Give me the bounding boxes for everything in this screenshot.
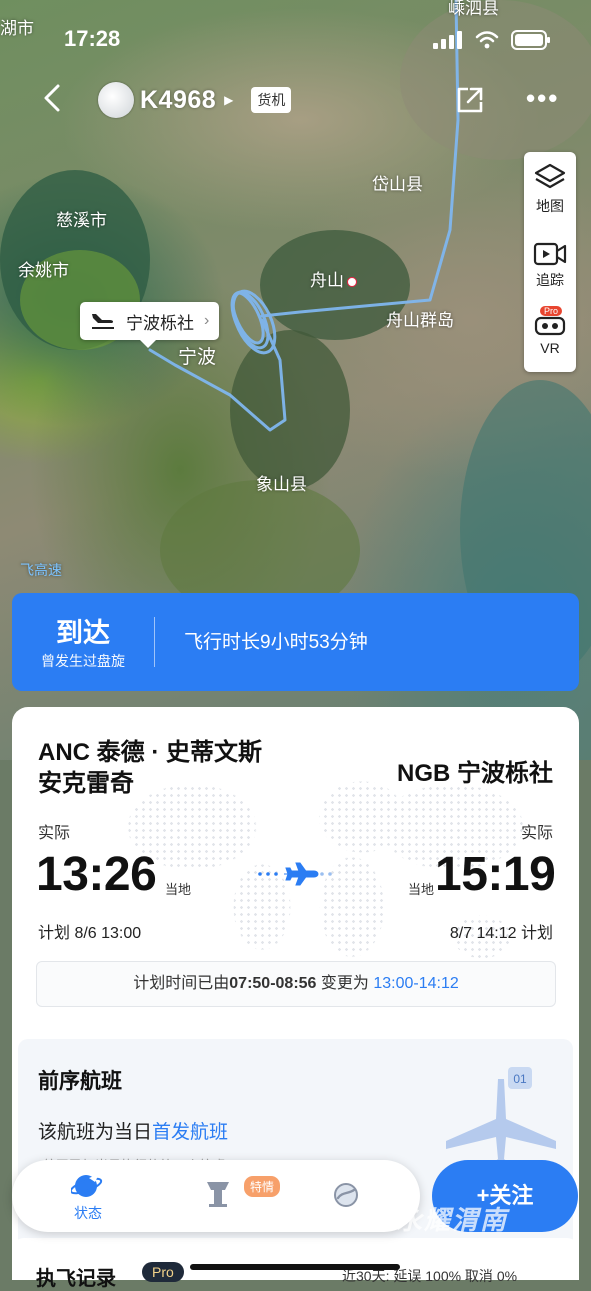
- planet-icon: [334, 1183, 358, 1207]
- home-indicator[interactable]: [190, 1264, 400, 1270]
- departure-actual-time: 13:26: [36, 848, 157, 901]
- chevron-right-icon: ›: [204, 312, 210, 329]
- battery-icon: [511, 30, 550, 50]
- back-button[interactable]: [38, 82, 70, 114]
- globe-plane-icon: [69, 1174, 103, 1197]
- pro-badge: Pro: [540, 306, 563, 316]
- divider: [154, 617, 155, 667]
- map-label: 飞高速: [20, 562, 62, 578]
- departure-actual-label: 实际: [38, 825, 71, 842]
- schedule-change-notice: 计划时间已由07:50-08:56 变更为 13:00-14:12: [36, 961, 556, 1007]
- tab-explore[interactable]: [306, 1180, 386, 1213]
- flight-header[interactable]: K4968 ▶ 货机: [98, 82, 292, 118]
- previous-flight-text: 该航班为当日首发航班: [38, 1122, 229, 1143]
- map-label: 宁波: [178, 347, 217, 368]
- map-label: 象山县: [256, 475, 307, 494]
- control-tower-icon: [207, 1182, 229, 1207]
- airline-logo: [98, 82, 134, 118]
- system-status-bar: 17:28: [0, 0, 591, 78]
- track-video-button[interactable]: 追踪: [524, 240, 576, 290]
- map-label: 岱山县: [372, 175, 423, 194]
- signal-icon: [433, 31, 462, 49]
- map-label: 慈溪市: [56, 211, 107, 230]
- airport-name: 宁波栎社: [126, 313, 194, 333]
- tab-status[interactable]: 状态: [48, 1170, 128, 1223]
- map-layer-button[interactable]: 地图: [524, 162, 576, 216]
- map-label: 舟山群岛: [386, 311, 454, 330]
- arrival-local-label: 当地: [408, 882, 435, 897]
- first-flight-link[interactable]: 首发航班: [152, 1122, 228, 1143]
- flight-index-badge: 01: [513, 1072, 527, 1086]
- map-label-city: 舟山: [310, 266, 357, 291]
- airplane-illustration-icon: 01: [446, 1067, 556, 1167]
- status-label: 到达: [56, 618, 110, 648]
- city-dot-icon: [347, 276, 357, 287]
- share-button[interactable]: [454, 84, 486, 116]
- route-plane-icon: [258, 862, 332, 886]
- map-label: 余姚市: [18, 261, 69, 280]
- wifi-icon: [475, 31, 499, 49]
- arrival-actual-label: 实际: [520, 825, 553, 842]
- departure-local-label: 当地: [165, 882, 192, 897]
- airport-callout[interactable]: 宁波栎社 ›: [80, 302, 220, 348]
- pro-badge: Pro: [142, 1262, 184, 1282]
- video-camera-icon: [533, 242, 567, 266]
- layers-icon: [534, 163, 566, 189]
- departure-airport[interactable]: ANC 泰德 · 史蒂文斯 安克雷奇: [38, 737, 262, 799]
- flight-duration: 飞行时长9小时53分钟: [184, 632, 368, 653]
- arrival-actual-time: 15:19: [435, 848, 556, 901]
- bottom-tab-bar: 状态 特情: [12, 1160, 420, 1232]
- watermark-url: WWW.YEWN.CN: [420, 1240, 509, 1251]
- departure-planned-time: 计划 8/6 13:00: [38, 925, 142, 942]
- flight-status-banner[interactable]: 到达 曾发生过盘旋 飞行时长9小时53分钟: [12, 593, 579, 691]
- arrival-airport[interactable]: NGB 宁波栎社: [397, 753, 553, 788]
- section-title: 执飞记录: [36, 1268, 116, 1290]
- watermark: 永耀渭南: [396, 1205, 509, 1235]
- special-info-badge: 特情: [244, 1176, 281, 1197]
- vr-button[interactable]: Pro VR: [524, 306, 576, 356]
- map-tools-panel: 地图 追踪 Pro VR: [524, 152, 576, 372]
- caret-right-icon: ▶: [224, 93, 234, 107]
- arrival-planned-time: 8/7 14:12 计划: [449, 925, 553, 942]
- landing-plane-icon: [92, 314, 114, 329]
- status-note: 曾发生过盘旋: [41, 653, 125, 669]
- section-title: 前序航班: [38, 1070, 122, 1093]
- clock: 17:28: [64, 26, 121, 51]
- more-options-button[interactable]: •••: [526, 85, 559, 111]
- aircraft-type-badge: 货机: [251, 87, 292, 113]
- flight-number: K4968: [140, 85, 217, 114]
